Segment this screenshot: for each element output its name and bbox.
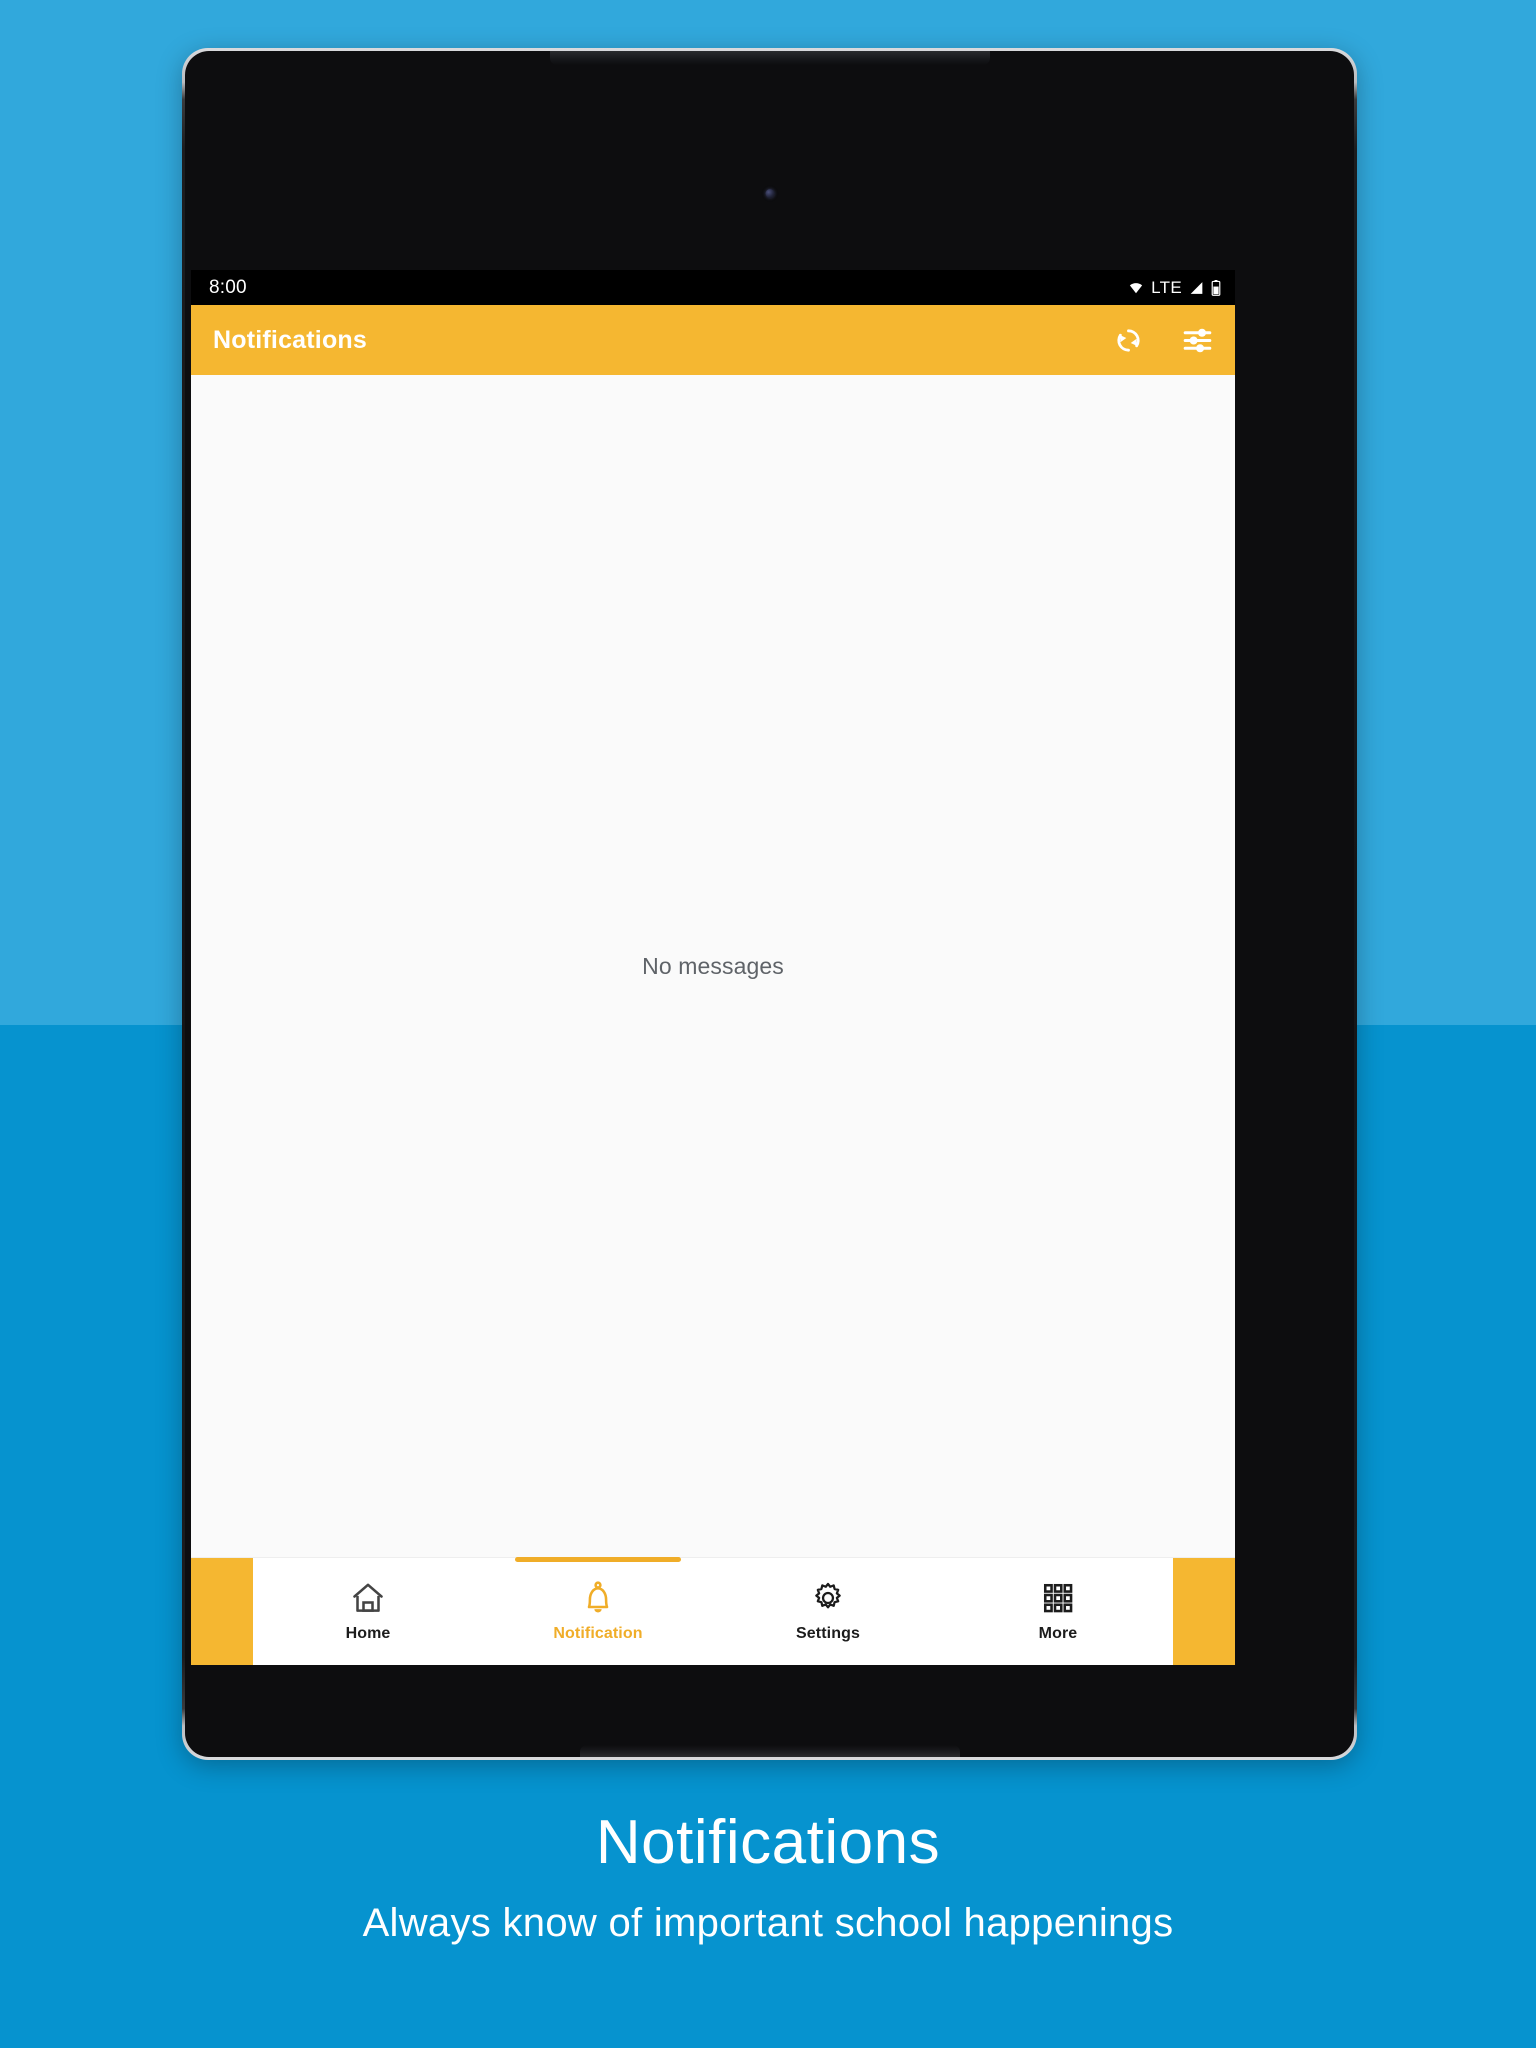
- nav-label-more: More: [1038, 1625, 1078, 1642]
- caption-subtitle: Always know of important school happenin…: [362, 1901, 1174, 1946]
- bottom-speaker: [579, 1745, 960, 1757]
- refresh-icon[interactable]: [1113, 325, 1144, 356]
- caption-title: Notifications: [595, 1808, 941, 1877]
- signal-icon: [1190, 281, 1203, 294]
- battery-icon: [1211, 279, 1221, 296]
- status-time: 8:00: [209, 276, 247, 298]
- nav-edge-right: [1173, 1558, 1235, 1665]
- gear-icon: [815, 1582, 841, 1609]
- page-title: Notifications: [213, 325, 367, 354]
- app-bar-actions: [1113, 325, 1213, 356]
- nav-item-notification[interactable]: Notification: [483, 1557, 713, 1665]
- wifi-icon: [1130, 282, 1143, 293]
- home-icon: [353, 1583, 383, 1612]
- device-body: 8:00 LTE Notifications No messages Home …: [185, 51, 1354, 1757]
- caption-block: Notifications Always know of important s…: [0, 1810, 1536, 1946]
- app-bar: Notifications: [191, 305, 1235, 375]
- bottom-navigation: Home Notification Settings More: [191, 1557, 1235, 1665]
- active-tab-indicator: [515, 1557, 681, 1562]
- nav-label-notification: Notification: [553, 1625, 643, 1642]
- nav-label-home: Home: [345, 1625, 391, 1642]
- nav-item-settings[interactable]: Settings: [713, 1558, 943, 1665]
- nav-label-settings: Settings: [796, 1625, 860, 1642]
- network-type-label: LTE: [1151, 277, 1182, 297]
- status-icons: LTE: [1128, 278, 1221, 298]
- status-bar: 8:00 LTE: [191, 270, 1235, 305]
- nav-edge-left: [191, 1558, 253, 1665]
- tablet-device: 8:00 LTE Notifications No messages Home …: [182, 48, 1357, 1760]
- nav-items: Home Notification Settings More: [253, 1557, 1173, 1665]
- device-screen: 8:00 LTE Notifications No messages Home …: [191, 270, 1235, 1665]
- grid-icon: [1043, 1583, 1073, 1613]
- message-list-area: No messages: [191, 375, 1235, 1557]
- bell-icon: [587, 1581, 609, 1613]
- nav-item-more[interactable]: More: [943, 1558, 1173, 1665]
- empty-state-text: No messages: [642, 952, 784, 979]
- nav-item-home[interactable]: Home: [253, 1558, 483, 1665]
- front-camera-icon: [765, 189, 774, 198]
- filter-icon[interactable]: [1182, 325, 1213, 356]
- top-speaker: [549, 51, 990, 65]
